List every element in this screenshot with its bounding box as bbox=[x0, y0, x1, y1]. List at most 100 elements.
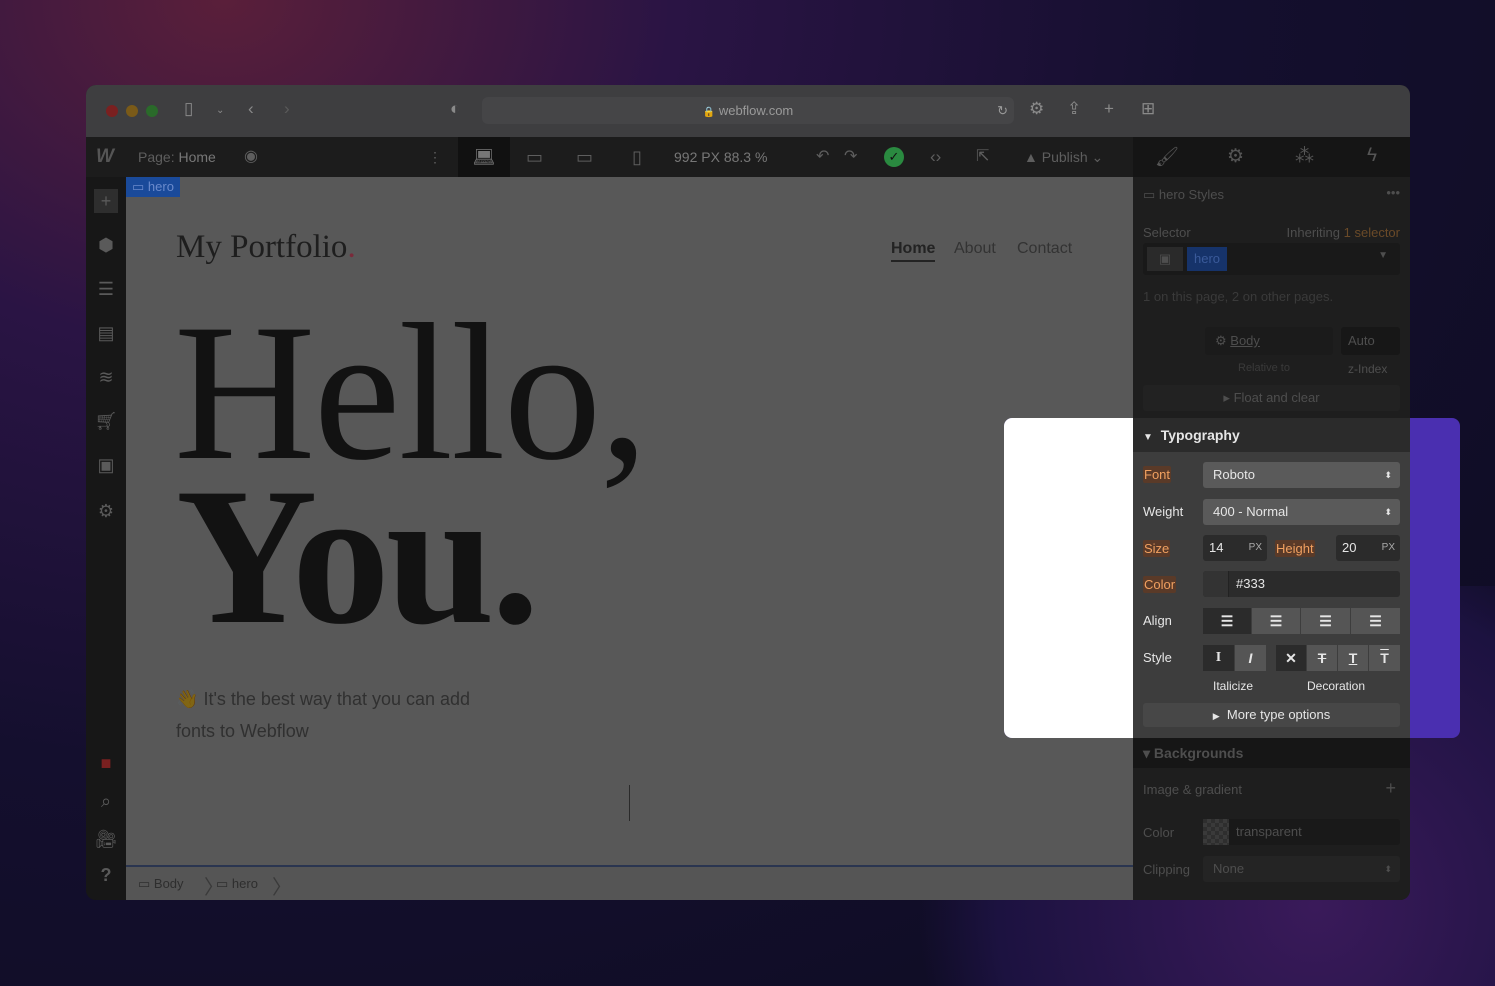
line-height-input[interactable]: 20 PX bbox=[1336, 535, 1400, 561]
navigator-icon[interactable]: ☰ bbox=[94, 277, 118, 301]
nav-link-contact[interactable]: Contact bbox=[1017, 240, 1072, 258]
clipping-select[interactable]: None ⬍ bbox=[1203, 856, 1400, 882]
z-index-field[interactable]: Auto bbox=[1341, 327, 1400, 355]
minimize-window-button[interactable] bbox=[126, 105, 138, 117]
typography-header[interactable]: ▼ Typography bbox=[1133, 418, 1410, 452]
strikethrough-icon[interactable]: T bbox=[1307, 645, 1338, 671]
align-left-icon[interactable]: ☰ bbox=[1203, 608, 1252, 634]
overline-icon[interactable]: T bbox=[1369, 645, 1400, 671]
add-background-icon[interactable]: + bbox=[1385, 778, 1396, 799]
style-label: Style bbox=[1143, 650, 1172, 665]
selector-label: Selector bbox=[1143, 225, 1191, 240]
decoration-buttons: ✕ T T T bbox=[1276, 645, 1400, 671]
waving-hand-icon: 👋 bbox=[176, 689, 199, 709]
forward-icon[interactable]: › bbox=[284, 99, 290, 119]
relative-to-field[interactable]: ⚙ Body bbox=[1205, 327, 1333, 355]
add-panel-icon[interactable]: + bbox=[94, 189, 118, 213]
inheriting-info[interactable]: Inheriting 1 selector bbox=[1287, 225, 1400, 240]
underline-icon[interactable]: T bbox=[1338, 645, 1369, 671]
breadcrumb-hero[interactable]: ▭ hero bbox=[216, 876, 258, 892]
line-height-label: Height bbox=[1275, 540, 1315, 557]
undo-icon[interactable]: ↶ bbox=[816, 137, 829, 177]
tab-overview-icon[interactable]: ⊞ bbox=[1141, 99, 1155, 119]
search-icon[interactable]: ⌕ bbox=[94, 789, 118, 813]
breadcrumb-body[interactable]: ▭ Body bbox=[138, 876, 184, 892]
align-right-icon[interactable]: ☰ bbox=[1301, 608, 1351, 634]
video-tutorials-icon[interactable]: 🎥︎ bbox=[94, 827, 118, 851]
regular-style-icon[interactable]: I bbox=[1203, 645, 1235, 671]
cms-database-icon[interactable]: ≋ bbox=[94, 365, 118, 389]
transparent-swatch[interactable] bbox=[1203, 819, 1229, 845]
zoom-window-button[interactable] bbox=[146, 105, 158, 117]
interactions-bolt-icon[interactable]: ϟ bbox=[1367, 145, 1377, 167]
nav-link-home[interactable]: Home bbox=[891, 240, 936, 262]
url-text: webflow.com bbox=[718, 103, 794, 118]
more-options-icon[interactable]: ••• bbox=[1386, 185, 1400, 200]
more-dots-icon[interactable]: ⋮ bbox=[428, 137, 442, 177]
webflow-logo[interactable]: W bbox=[96, 137, 114, 177]
chevron-down-icon[interactable]: ⌄ bbox=[216, 105, 224, 116]
bg-color-field[interactable]: transparent bbox=[1203, 819, 1400, 845]
hero-paragraph: 👋 It's the best way that you can add font… bbox=[176, 689, 471, 741]
close-window-button[interactable] bbox=[106, 105, 118, 117]
gear-icon[interactable]: ⚙ bbox=[1029, 99, 1044, 119]
redo-icon[interactable]: ↷ bbox=[844, 137, 857, 177]
italicize-buttons: I I bbox=[1203, 645, 1266, 671]
selector-chip-hero[interactable]: hero bbox=[1187, 247, 1228, 271]
align-center-icon[interactable]: ☰ bbox=[1252, 608, 1301, 634]
nav-link-about[interactable]: About bbox=[954, 240, 996, 258]
export-icon[interactable]: ⇱ bbox=[976, 137, 989, 177]
align-justify-icon[interactable]: ☰ bbox=[1351, 608, 1400, 634]
assets-icon[interactable]: ▣ bbox=[94, 453, 118, 477]
float-and-clear-toggle[interactable]: ▸ Float and clear bbox=[1143, 385, 1400, 411]
no-decoration-icon[interactable]: ✕ bbox=[1276, 645, 1307, 671]
scroll-down-arrow-icon[interactable] bbox=[629, 785, 630, 821]
backgrounds-header[interactable]: ▾ Backgrounds bbox=[1133, 738, 1410, 768]
back-icon[interactable]: ‹ bbox=[248, 99, 254, 119]
settings-icon[interactable]: ⚙ bbox=[94, 499, 118, 523]
url-bar[interactable]: 🔒 webflow.com ↻ bbox=[482, 97, 1014, 124]
right-panel-tabs: 🖌︎ ⚙ ⁂ ϟ bbox=[1133, 137, 1410, 177]
italic-style-icon[interactable]: I bbox=[1235, 645, 1266, 671]
section-icon: ▭ bbox=[132, 179, 145, 194]
style-panel-title: ▭ hero Styles bbox=[1143, 187, 1224, 202]
preview-eye-icon[interactable]: ◉ bbox=[244, 137, 258, 177]
weight-label: Weight bbox=[1143, 504, 1184, 519]
page-selector[interactable]: Page: Home bbox=[138, 137, 216, 177]
new-tab-icon[interactable]: + bbox=[1104, 99, 1114, 119]
help-icon[interactable]: ? bbox=[94, 863, 118, 887]
publish-button[interactable]: ▲ Publish ⌄ bbox=[1024, 137, 1103, 177]
share-icon[interactable]: ⇪ bbox=[1067, 99, 1081, 119]
portrait-breakpoint-icon[interactable]: ▯ bbox=[632, 137, 642, 177]
tablet-breakpoint-icon[interactable]: ▭ bbox=[526, 137, 543, 177]
text-color-input[interactable]: #333 bbox=[1203, 571, 1400, 597]
landscape-breakpoint-icon[interactable]: ▭ bbox=[576, 137, 593, 177]
style-brush-icon[interactable]: 🖌︎ bbox=[1155, 145, 1179, 169]
font-select[interactable]: Roboto ⬍ bbox=[1203, 462, 1400, 488]
selected-element-tag: ▭ hero bbox=[126, 177, 180, 197]
site-logo[interactable]: My Portfolio. bbox=[176, 229, 356, 266]
selector-dropdown-icon[interactable]: ▼ bbox=[1378, 250, 1388, 261]
selector-element-icon: ▣ bbox=[1147, 247, 1183, 271]
design-canvas[interactable]: ▭ hero My Portfolio. Home About Contact … bbox=[126, 177, 1133, 865]
settings-gear-icon[interactable]: ⚙ bbox=[1227, 145, 1244, 168]
italicize-label: Italicize bbox=[1213, 679, 1254, 693]
shield-icon[interactable]: ◐ bbox=[450, 99, 460, 119]
align-buttons: ☰ ☰ ☰ ☰ bbox=[1203, 608, 1400, 634]
pages-icon[interactable]: ▤ bbox=[94, 321, 118, 345]
record-icon[interactable]: ■ bbox=[94, 751, 118, 775]
selector-field[interactable]: ▣ hero ▼ bbox=[1143, 243, 1400, 275]
font-size-input[interactable]: 14 PX bbox=[1203, 535, 1267, 561]
color-swatch[interactable] bbox=[1203, 571, 1229, 597]
weight-select[interactable]: 400 - Normal ⬍ bbox=[1203, 499, 1400, 525]
sidebar-toggle-icon[interactable]: ▯ bbox=[184, 99, 193, 119]
more-type-options-toggle[interactable]: ▶ More type options bbox=[1143, 703, 1400, 727]
headline-line-2: You. bbox=[176, 448, 540, 665]
style-manager-drops-icon[interactable]: ⁂ bbox=[1295, 145, 1314, 168]
ecommerce-cart-icon[interactable]: 🛒︎ bbox=[94, 409, 118, 433]
symbols-cube-icon[interactable]: ⬢ bbox=[94, 233, 118, 257]
left-sidebar: + ⬢ ☰ ▤ ≋ 🛒︎ ▣ ⚙ ■ ⌕ 🎥︎ ? bbox=[86, 177, 126, 900]
reload-icon[interactable]: ↻ bbox=[997, 97, 1008, 124]
desktop-breakpoint-icon[interactable]: 💻︎ bbox=[458, 137, 510, 177]
code-icon[interactable]: ‹› bbox=[930, 137, 941, 177]
